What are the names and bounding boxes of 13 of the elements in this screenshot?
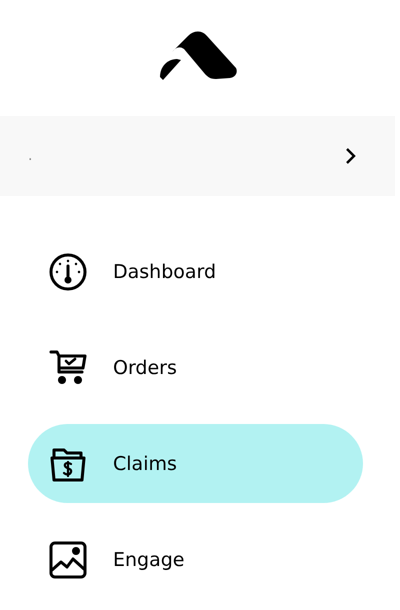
nav-item[interactable]: Claims: [28, 424, 363, 503]
nav-item[interactable]: Engage: [28, 520, 363, 599]
dashboard-gauge-icon: [48, 252, 88, 292]
nav-label: Dashboard: [113, 260, 216, 282]
image-icon: [48, 540, 88, 580]
nav-label: Claims: [113, 452, 177, 474]
nav-item[interactable]: Orders: [28, 328, 363, 407]
nav-item[interactable]: Dashboard: [28, 232, 363, 311]
nav-label: Engage: [113, 548, 185, 570]
nav-label: Orders: [113, 356, 177, 378]
account-name: .: [28, 148, 32, 164]
chevron-right-icon: [345, 147, 357, 165]
logo-icon: [158, 30, 238, 82]
